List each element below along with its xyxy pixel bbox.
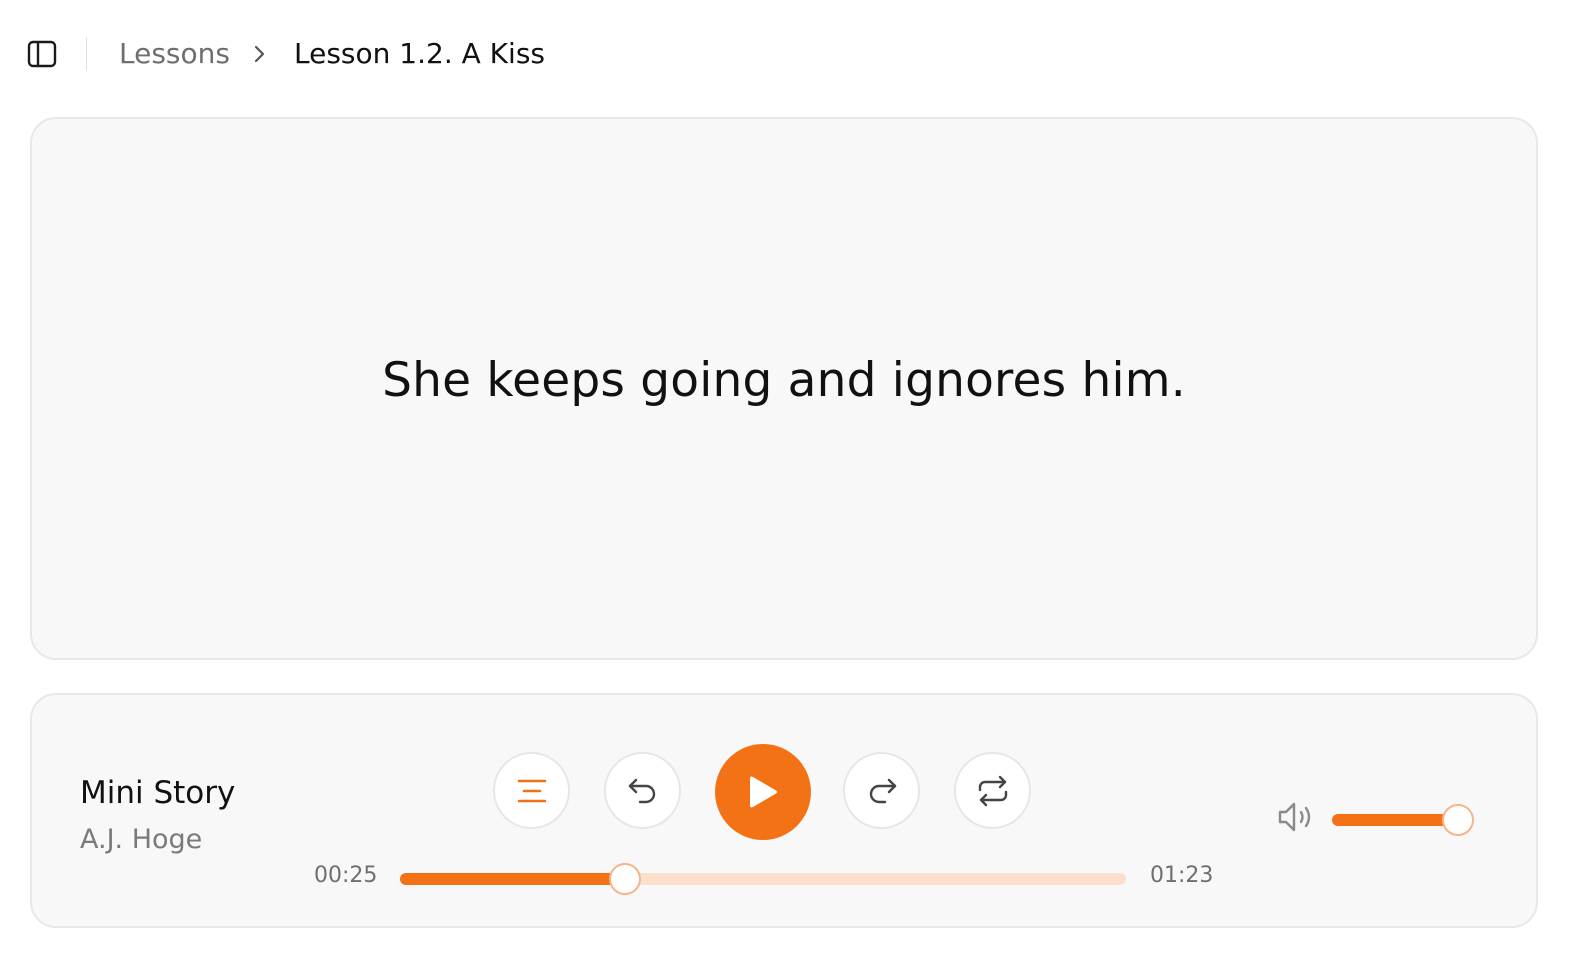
progress-slider[interactable] bbox=[400, 863, 1126, 895]
volume-fill bbox=[1332, 814, 1459, 826]
sentence-card: She keeps going and ignores him. bbox=[30, 117, 1538, 660]
total-time: 01:23 bbox=[1150, 863, 1214, 888]
track-artist: A.J. Hoge bbox=[80, 824, 203, 855]
current-sentence: She keeps going and ignores him. bbox=[382, 353, 1186, 408]
breadcrumb-lessons-link[interactable]: Lessons bbox=[119, 34, 230, 74]
progress-thumb[interactable] bbox=[609, 863, 642, 895]
chevron-right-icon bbox=[254, 45, 265, 63]
volume-thumb[interactable] bbox=[1442, 804, 1475, 836]
sidebar-panel-icon bbox=[27, 40, 57, 68]
speaker-volume-icon[interactable] bbox=[1276, 799, 1318, 835]
track-title: Mini Story bbox=[80, 775, 236, 811]
top-bar: Lessons Lesson 1.2. A Kiss bbox=[0, 0, 1578, 106]
transcript-button[interactable] bbox=[493, 752, 570, 829]
forward-button[interactable] bbox=[843, 752, 920, 829]
play-button[interactable] bbox=[715, 744, 811, 840]
align-center-lines-icon bbox=[517, 779, 546, 802]
undo-arrow-icon bbox=[628, 778, 655, 803]
volume-slider[interactable] bbox=[1332, 804, 1475, 836]
play-icon bbox=[750, 776, 777, 808]
repeat-button[interactable] bbox=[954, 752, 1031, 829]
elapsed-time: 00:25 bbox=[314, 863, 378, 888]
redo-arrow-icon bbox=[869, 778, 896, 803]
rewind-button[interactable] bbox=[604, 752, 681, 829]
repeat-icon bbox=[978, 775, 1007, 806]
toolbar-divider bbox=[86, 37, 87, 71]
progress-fill bbox=[400, 873, 626, 885]
audio-player: Mini Story A.J. Hoge 00:25 01:23 bbox=[30, 693, 1538, 928]
sidebar-toggle-button[interactable] bbox=[26, 38, 58, 70]
breadcrumb-current-page: Lesson 1.2. A Kiss bbox=[294, 37, 545, 70]
